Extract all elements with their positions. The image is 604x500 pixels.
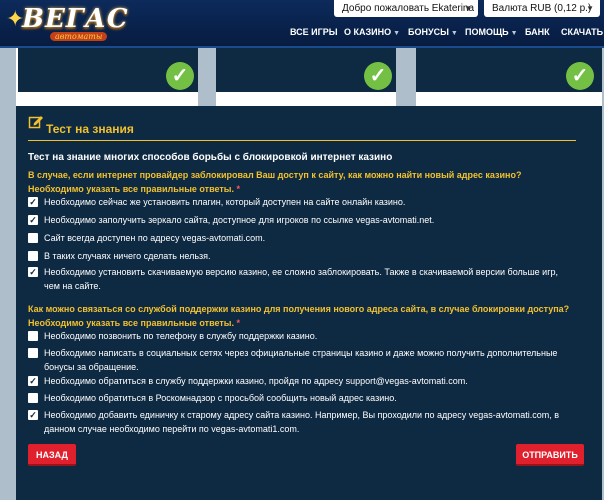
- welcome-text: Добро пожаловать Ekaterina: [342, 3, 475, 14]
- q1-option-5[interactable]: ✓ Необходимо установить скачиваемую верс…: [28, 265, 576, 293]
- q2-option-3[interactable]: ✓ Необходимо обратиться в службу поддерж…: [28, 374, 576, 388]
- checkbox[interactable]: ✓: [28, 410, 38, 420]
- q1-option-3[interactable]: Сайт всегда доступен по адресу vegas-avt…: [28, 231, 576, 245]
- checkbox[interactable]: ✓: [28, 197, 38, 207]
- checkbox[interactable]: [28, 233, 38, 243]
- nav-bonuses[interactable]: БОНУСЫ ▼: [408, 24, 458, 40]
- q2-option-2[interactable]: Необходимо написать в социальных сетях ч…: [28, 346, 576, 374]
- check-icon: ✓: [566, 62, 594, 90]
- logo-text: ВЕГАС: [22, 4, 129, 34]
- logo-subtitle: автоматы: [50, 32, 108, 41]
- required-mark: *: [236, 184, 241, 194]
- chevron-down-icon: ▼: [464, 4, 472, 13]
- completed-tile[interactable]: ✓: [18, 48, 198, 92]
- checkbox[interactable]: ✓: [28, 376, 38, 386]
- question-2: Как можно связаться со службой поддержки…: [28, 304, 570, 328]
- checkbox[interactable]: [28, 348, 38, 358]
- chevron-down-icon: ▼: [586, 4, 594, 13]
- site-logo[interactable]: ✦ ВЕГАС автоматы: [6, 2, 128, 44]
- checkbox[interactable]: [28, 393, 38, 403]
- title-divider: [28, 140, 576, 141]
- check-icon: ✓: [166, 62, 194, 90]
- back-button[interactable]: НАЗАД: [28, 444, 76, 466]
- checkbox[interactable]: ✓: [28, 215, 38, 225]
- completed-tile[interactable]: ✓: [416, 48, 602, 92]
- chevron-down-icon: ▼: [393, 30, 401, 37]
- chevron-down-icon: ▼: [450, 30, 458, 37]
- nav-bank[interactable]: БАНК: [525, 24, 550, 40]
- quiz-title: Тест на знания: [46, 122, 134, 136]
- user-menu[interactable]: Добро пожаловать Ekaterina ▼: [334, 0, 478, 17]
- q2-option-5[interactable]: ✓ Необходимо добавить единичку к старому…: [28, 408, 576, 436]
- q2-option-1[interactable]: Необходимо позвонить по телефону в служб…: [28, 329, 576, 343]
- nav-about[interactable]: О КАЗИНО ▼: [344, 24, 400, 40]
- checkbox[interactable]: ✓: [28, 267, 38, 277]
- q1-option-1[interactable]: ✓ Необходимо сейчас же установить плагин…: [28, 195, 576, 209]
- nav-download[interactable]: СКАЧАТЬ: [561, 24, 603, 40]
- edit-icon: [28, 116, 43, 129]
- checkbox[interactable]: [28, 331, 38, 341]
- check-icon: ✓: [364, 62, 392, 90]
- q2-option-4[interactable]: Необходимо обратиться в Роскомнадзор с п…: [28, 391, 576, 405]
- tile-gap: [396, 48, 416, 108]
- quiz-subtitle: Тест на знание многих способов борьбы с …: [28, 152, 393, 163]
- submit-button[interactable]: ОТПРАВИТЬ: [516, 444, 584, 466]
- checkbox[interactable]: [28, 251, 38, 261]
- currency-text: Валюта RUB (0,12 р.): [492, 3, 592, 14]
- nav-help[interactable]: ПОМОЩЬ ▼: [465, 24, 518, 40]
- completed-tile[interactable]: ✓: [216, 48, 396, 92]
- tile-gap: [198, 48, 216, 108]
- nav-all-games[interactable]: ВСЕ ИГРЫ: [290, 24, 338, 40]
- required-mark: *: [236, 318, 241, 328]
- question-1: В случае, если интернет провайдер заблок…: [28, 170, 522, 194]
- q1-option-2[interactable]: ✓ Необходимо заполучить зеркало сайта, д…: [28, 213, 576, 227]
- next-panel: [16, 486, 602, 500]
- site-header: ✦ ВЕГАС автоматы Добро пожаловать Ekater…: [0, 0, 604, 48]
- q1-option-4[interactable]: В таких случаях ничего сделать нельзя.: [28, 249, 576, 263]
- chevron-down-icon: ▼: [510, 30, 518, 37]
- currency-menu[interactable]: Валюта RUB (0,12 р.) ▼: [484, 0, 600, 17]
